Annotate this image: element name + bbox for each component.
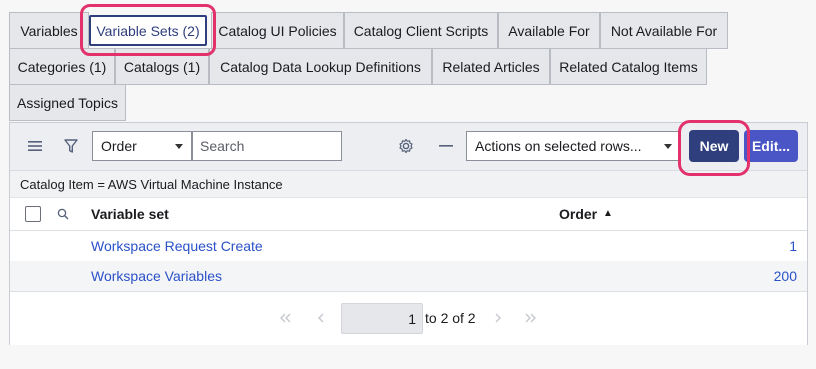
- list-toolbar: Order Actions on selected rows... New Ed…: [10, 123, 807, 171]
- order-value: 1: [789, 238, 797, 254]
- tab-catalog-client-scripts[interactable]: Catalog Client Scripts: [344, 12, 498, 49]
- pagination: 1 to 2 of 2: [10, 291, 807, 345]
- column-header-order[interactable]: Order: [559, 206, 597, 222]
- edit-button[interactable]: Edit...: [744, 130, 798, 162]
- first-page-icon[interactable]: [277, 310, 293, 326]
- page-range-text: to 2 of 2: [425, 310, 476, 326]
- filter-breadcrumb[interactable]: Catalog Item = AWS Virtual Machine Insta…: [10, 171, 807, 198]
- actions-select-value: Actions on selected rows...: [475, 138, 642, 154]
- page-number-value: 1: [408, 311, 416, 327]
- column-header-variable-set[interactable]: Variable set: [91, 206, 169, 222]
- next-page-icon[interactable]: [490, 310, 506, 326]
- collapse-minus-icon[interactable]: [437, 137, 455, 155]
- table-row: Workspace Request Create 1: [10, 231, 807, 261]
- tab-assigned-topics[interactable]: Assigned Topics: [9, 84, 126, 121]
- tab-categories[interactable]: Categories (1): [9, 48, 115, 85]
- hamburger-menu-icon[interactable]: [26, 137, 44, 155]
- tab-catalog-data-lookup-definitions[interactable]: Catalog Data Lookup Definitions: [209, 48, 432, 85]
- tab-related-catalog-items[interactable]: Related Catalog Items: [550, 48, 707, 85]
- order-value: 200: [773, 268, 797, 284]
- tab-related-articles[interactable]: Related Articles: [432, 48, 550, 85]
- tab-not-available-for[interactable]: Not Available For: [600, 12, 728, 49]
- tab-variable-sets[interactable]: Variable Sets (2): [89, 15, 207, 46]
- new-button[interactable]: New: [689, 130, 739, 162]
- tab-available-for[interactable]: Available For: [498, 12, 600, 49]
- filter-breadcrumb-text: Catalog Item = AWS Virtual Machine Insta…: [20, 176, 283, 192]
- previous-page-icon[interactable]: [313, 310, 329, 326]
- filter-funnel-icon[interactable]: [62, 137, 80, 155]
- tab-catalogs[interactable]: Catalogs (1): [115, 48, 209, 85]
- related-list-panel: Order Actions on selected rows... New Ed…: [9, 122, 808, 345]
- variable-set-link[interactable]: Workspace Request Create: [91, 238, 263, 254]
- actions-select[interactable]: Actions on selected rows...: [466, 131, 681, 161]
- chevron-down-icon: [175, 144, 183, 149]
- variable-set-link[interactable]: Workspace Variables: [91, 268, 222, 284]
- table-header: Variable set Order ▲: [10, 198, 807, 231]
- gear-icon[interactable]: [397, 137, 415, 155]
- last-page-icon[interactable]: [523, 310, 539, 326]
- search-field-select-value: Order: [101, 138, 137, 154]
- tab-variables[interactable]: Variables: [9, 12, 89, 49]
- table-row: Workspace Variables 200: [10, 261, 807, 291]
- search-input[interactable]: [192, 131, 342, 161]
- page-number-input[interactable]: 1: [341, 303, 423, 334]
- search-icon[interactable]: [55, 206, 71, 222]
- search-field-select[interactable]: Order: [92, 131, 192, 161]
- chevron-down-icon: [664, 144, 672, 149]
- select-all-checkbox[interactable]: [25, 206, 41, 222]
- tab-catalog-ui-policies[interactable]: Catalog UI Policies: [211, 12, 344, 49]
- sort-ascending-icon: ▲: [603, 208, 613, 219]
